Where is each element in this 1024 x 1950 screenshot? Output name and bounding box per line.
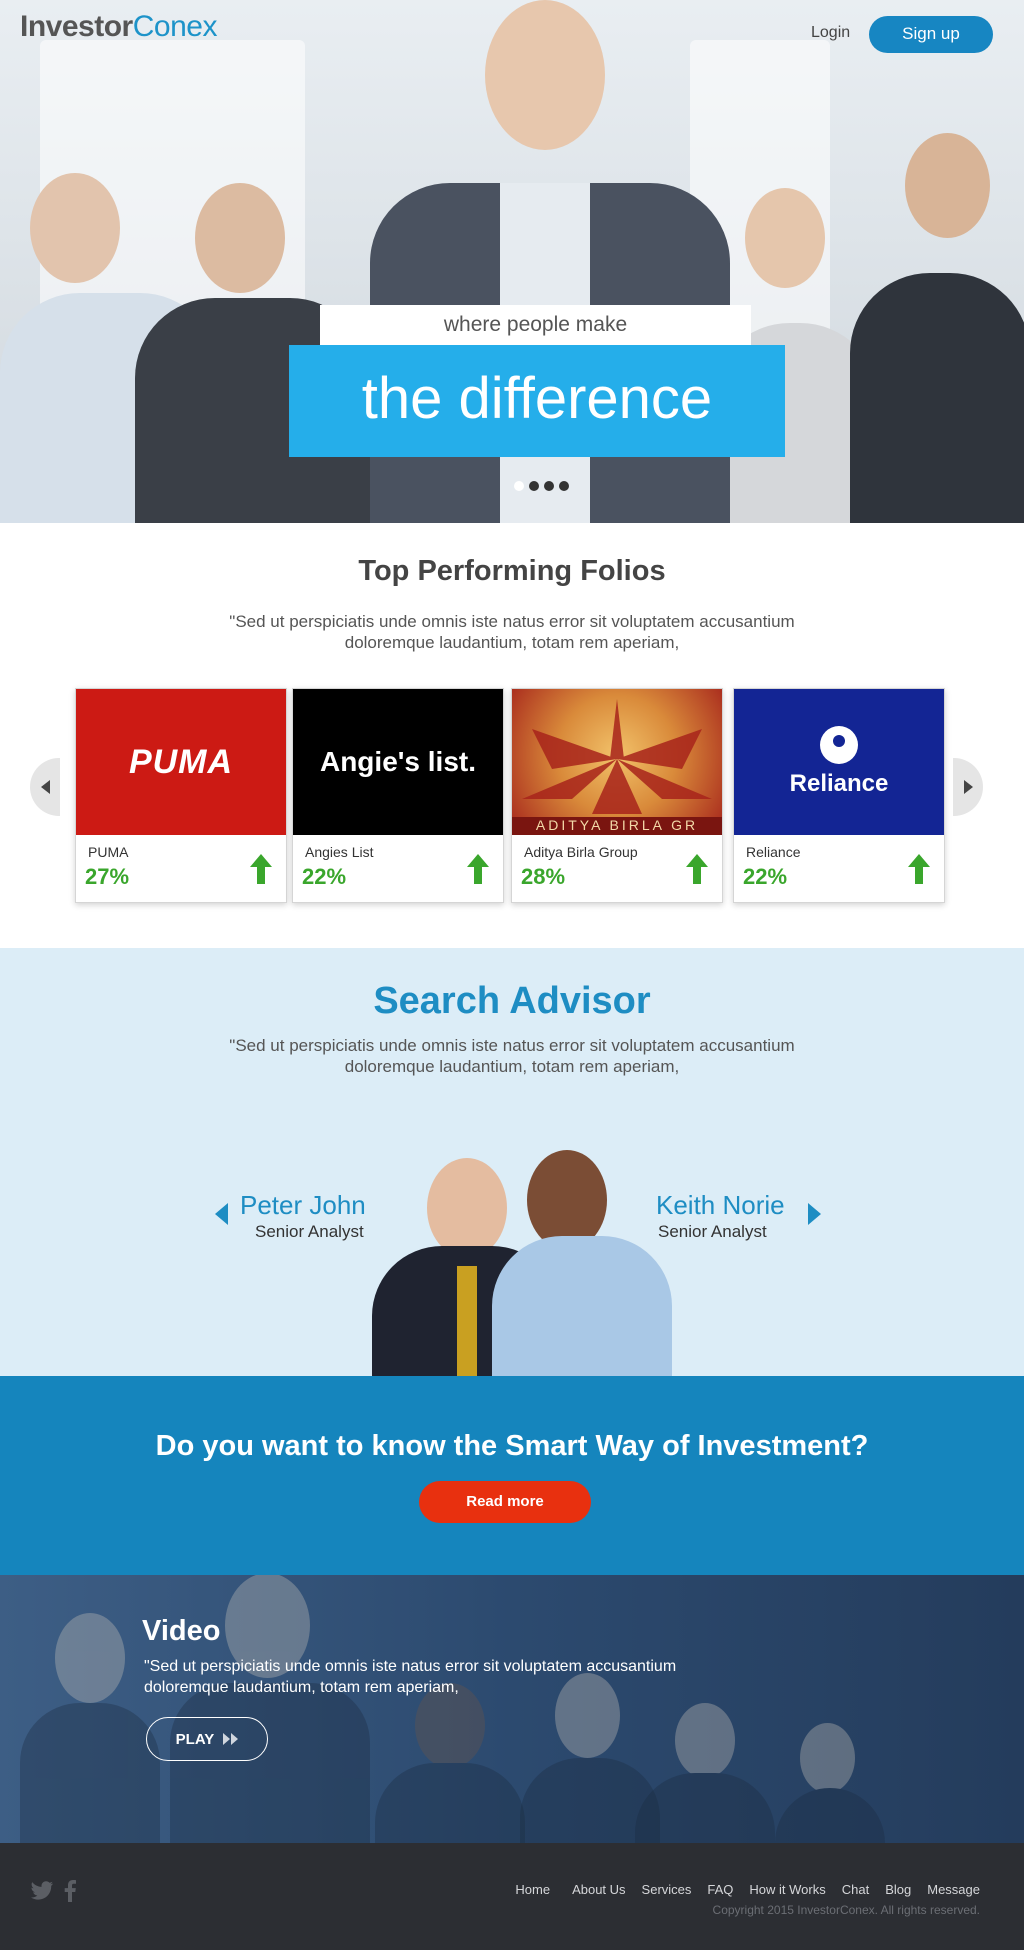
reliance-emblem-icon: [820, 726, 858, 764]
hero-banner: InvestorConex Login Sign up where people…: [0, 0, 1024, 523]
video-title: Video: [142, 1615, 221, 1647]
footer-nav-blog[interactable]: Blog: [885, 1882, 911, 1897]
arrow-up-icon: [686, 854, 708, 884]
aditya-birla-logo: ADITYA BIRLA GR: [512, 689, 722, 835]
play-label: PLAY: [175, 1730, 215, 1748]
chevron-left-icon: [40, 780, 50, 794]
folio-name: PUMA: [88, 844, 129, 860]
advisor-portrait-keith: [482, 1150, 672, 1376]
folios-prev-button[interactable]: [30, 758, 60, 816]
carousel-dot[interactable]: [514, 481, 524, 491]
footer-nav-how-it-works[interactable]: How it Works: [749, 1882, 825, 1897]
brand-logo-text: Reliance: [789, 770, 889, 797]
folio-name: Reliance: [746, 844, 801, 860]
advisor-left-name[interactable]: Peter John: [240, 1190, 366, 1221]
video-background-person: [20, 1613, 160, 1843]
folios-description-line: "Sed ut perspiciatis unde omnis iste nat…: [229, 612, 795, 631]
folio-card-angies-list[interactable]: Angie's list. Angies List 22%: [292, 688, 504, 903]
play-button[interactable]: PLAY: [146, 1717, 268, 1761]
play-icon: [222, 1733, 239, 1745]
footer-nav-about-us[interactable]: About Us: [572, 1882, 625, 1897]
footer-nav: Home About Us Services FAQ How it Works …: [515, 1882, 980, 1897]
footer-nav-chat[interactable]: Chat: [842, 1882, 869, 1897]
sunburst-emblem: [522, 699, 712, 814]
video-description: "Sed ut perspiciatis unde omnis iste nat…: [144, 1656, 704, 1698]
video-background-person: [635, 1703, 775, 1843]
footer-nav-home[interactable]: Home: [515, 1882, 550, 1897]
arrow-up-icon: [467, 854, 489, 884]
social-links: [30, 1880, 76, 1902]
advisor-description-line: "Sed ut perspiciatis unde omnis iste nat…: [229, 1036, 795, 1055]
copyright: Copyright 2015 InvestorConex. All rights…: [712, 1903, 980, 1917]
folios-next-button[interactable]: [953, 758, 983, 816]
logo-part-1: Investor: [20, 10, 133, 43]
advisor-title: Search Advisor: [373, 980, 651, 1022]
arrow-up-icon: [250, 854, 272, 884]
carousel-dots: [514, 481, 569, 491]
hero-tagline-large: the difference: [289, 345, 785, 457]
folios-title: Top Performing Folios: [358, 555, 666, 587]
video-background-person: [775, 1723, 885, 1843]
advisor-description-line: doloremque laudantium, totam rem aperiam…: [344, 1057, 680, 1076]
carousel-dot[interactable]: [544, 481, 554, 491]
reliance-logo: Reliance: [734, 689, 944, 835]
folio-percent: 22%: [743, 864, 788, 889]
read-more-button[interactable]: Read more: [419, 1481, 591, 1523]
advisor-left-role: Senior Analyst: [255, 1222, 364, 1241]
puma-logo: PUMA: [76, 689, 286, 835]
folios-description: "Sed ut perspiciatis unde omnis iste nat…: [0, 611, 1024, 653]
logo-part-2: Conex: [132, 10, 218, 43]
brand-logo-text: PUMA: [128, 742, 234, 781]
advisor-right-name[interactable]: Keith Norie: [656, 1190, 785, 1221]
folio-name: Angies List: [305, 844, 374, 860]
hero-person-image: [850, 63, 1024, 523]
folio-name: Aditya Birla Group: [524, 844, 638, 860]
folio-card-aditya-birla[interactable]: ADITYA BIRLA GR Aditya Birla Group 28%: [511, 688, 723, 903]
facebook-icon[interactable]: [64, 1880, 76, 1902]
folios-description-line: doloremque laudantium, totam rem aperiam…: [344, 633, 680, 652]
brand-logo-text: ADITYA BIRLA GR: [512, 817, 722, 835]
footer-nav-faq[interactable]: FAQ: [707, 1882, 733, 1897]
login-link[interactable]: Login: [811, 24, 850, 42]
folio-percent: 27%: [85, 864, 130, 889]
advisor-next-arrow-icon[interactable]: [808, 1203, 821, 1225]
folio-card-reliance[interactable]: Reliance Reliance 22%: [733, 688, 945, 903]
angies-list-logo: Angie's list.: [293, 689, 503, 835]
cta-title: Do you want to know the Smart Way of Inv…: [155, 1430, 869, 1462]
video-description-line: doloremque laudantium, totam rem aperiam…: [144, 1679, 459, 1696]
folio-percent: 22%: [302, 864, 347, 889]
footer-nav-services[interactable]: Services: [642, 1882, 692, 1897]
footer-nav-message[interactable]: Message: [927, 1882, 980, 1897]
twitter-icon[interactable]: [30, 1881, 54, 1901]
cta-section: [0, 1376, 1024, 1575]
video-background-person: [375, 1683, 525, 1843]
video-description-line: "Sed ut perspiciatis unde omnis iste nat…: [144, 1658, 677, 1675]
chevron-right-icon: [963, 780, 973, 794]
hero-tagline-small: where people make: [320, 305, 751, 345]
advisor-right-role: Senior Analyst: [658, 1222, 767, 1241]
carousel-dot[interactable]: [529, 481, 539, 491]
advisor-description: "Sed ut perspiciatis unde omnis iste nat…: [0, 1035, 1024, 1077]
carousel-dot[interactable]: [559, 481, 569, 491]
arrow-up-icon: [908, 854, 930, 884]
brand-logo-text: Angie's list.: [319, 746, 477, 777]
signup-button[interactable]: Sign up: [869, 16, 993, 53]
logo[interactable]: InvestorConex: [20, 10, 217, 44]
advisor-prev-arrow-icon[interactable]: [215, 1203, 228, 1225]
folio-card-puma[interactable]: PUMA PUMA 27%: [75, 688, 287, 903]
folio-percent: 28%: [521, 864, 566, 889]
